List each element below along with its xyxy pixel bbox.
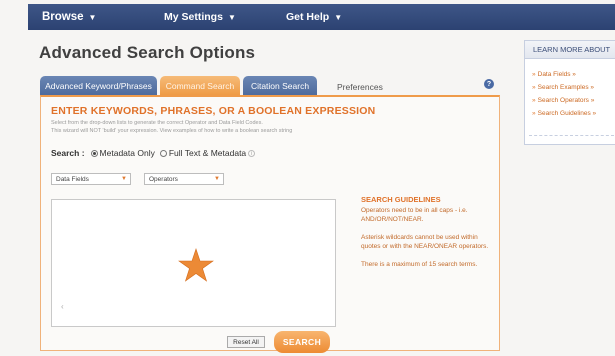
bullet-icon: » bbox=[532, 97, 536, 104]
learn-more-label: Search Guidelines » bbox=[537, 110, 597, 117]
learn-more-link-data-fields[interactable]: » Data Fields » bbox=[532, 68, 615, 81]
nav-help-label: Get Help bbox=[286, 11, 330, 23]
learn-more-title: LEARN MORE ABOUT bbox=[525, 41, 615, 59]
chevron-down-icon: ▼ bbox=[334, 12, 343, 22]
dropdown-arrow-icon: ▼ bbox=[214, 176, 220, 182]
panel-description-line: Select from the drop-down lists to gener… bbox=[51, 120, 263, 126]
learn-more-box: LEARN MORE ABOUT » Data Fields » » Search … bbox=[524, 40, 615, 145]
radio-full-text[interactable]: Full Text & Metadata i bbox=[159, 148, 256, 158]
guideline-text: Asterisk wildcards cannot be used within… bbox=[361, 234, 489, 250]
info-icon[interactable]: i bbox=[248, 149, 256, 157]
learn-more-label: Data Fields » bbox=[537, 71, 576, 78]
nav-help-menu[interactable]: Get Help ▼ bbox=[286, 11, 342, 23]
learn-more-label: Search Operators » bbox=[537, 97, 595, 104]
tab-citation-search[interactable]: Citation Search bbox=[243, 76, 317, 96]
learn-more-link-search-guidelines[interactable]: » Search Guidelines » bbox=[532, 107, 615, 120]
search-button[interactable]: SEARCH bbox=[274, 331, 330, 353]
nav-browse-menu[interactable]: Browse ▼ bbox=[42, 11, 96, 23]
operators-value: Operators bbox=[149, 175, 178, 183]
tab-preferences[interactable]: Preferences bbox=[337, 82, 383, 92]
radio-metadata-label: Metadata Only bbox=[99, 148, 155, 158]
command-search-panel: ENTER KEYWORDS, PHRASES, OR A BOOLEAN EX… bbox=[40, 95, 500, 353]
nav-settings-menu[interactable]: My Settings ▼ bbox=[164, 11, 236, 23]
guidelines-title: SEARCH GUIDELINES bbox=[361, 195, 441, 204]
divider bbox=[529, 135, 614, 136]
bullet-icon: » bbox=[532, 84, 536, 91]
star-icon bbox=[178, 248, 214, 282]
bullet-icon: » bbox=[532, 110, 536, 117]
top-navigation-bar: Browse ▼ My Settings ▼ Get Help ▼ bbox=[28, 4, 615, 30]
data-fields-dropdown[interactable]: Data Fields ▼ bbox=[51, 173, 131, 185]
learn-more-list: » Data Fields » » Search Examples » » Searc… bbox=[525, 59, 615, 120]
radio-selected-icon bbox=[90, 149, 98, 157]
panel-description: Select from the drop-down lists to gener… bbox=[51, 119, 292, 135]
search-guidelines: SEARCH GUIDELINES Operators need to be i… bbox=[361, 195, 489, 278]
radio-fulltext-label: Full Text & Metadata bbox=[168, 148, 247, 158]
panel-description-line: This wizard will NOT 'build' your expres… bbox=[51, 128, 293, 134]
help-icon[interactable]: ? bbox=[484, 79, 494, 89]
radio-unselected-icon bbox=[159, 149, 167, 157]
learn-more-link-search-examples[interactable]: » Search Examples » bbox=[532, 81, 615, 94]
dropdown-arrow-icon: ▼ bbox=[121, 176, 127, 182]
resize-handle-icon[interactable]: ‹ bbox=[61, 302, 64, 311]
learn-more-label: Search Examples » bbox=[537, 84, 594, 91]
search-expression-textarea[interactable]: ‹ bbox=[51, 199, 336, 327]
panel-heading: ENTER KEYWORDS, PHRASES, OR A BOOLEAN EX… bbox=[51, 105, 376, 117]
guideline-text: Operators need to be in all caps - i.e. … bbox=[361, 207, 468, 223]
page-title: Advanced Search Options bbox=[39, 43, 256, 62]
bullet-icon: » bbox=[532, 71, 536, 78]
tab-command-search[interactable]: Command Search bbox=[160, 76, 240, 96]
search-scope-label: Search : bbox=[51, 148, 85, 158]
nav-settings-label: My Settings bbox=[164, 11, 223, 23]
reset-all-button[interactable]: Reset All bbox=[227, 336, 265, 348]
radio-metadata-only[interactable]: Metadata Only bbox=[90, 148, 155, 158]
nav-browse-label: Browse bbox=[42, 11, 84, 23]
learn-more-link-search-operators[interactable]: » Search Operators » bbox=[532, 94, 615, 107]
search-scope-row: Search : Metadata Only Full Text & Metad… bbox=[51, 148, 260, 158]
chevron-down-icon: ▼ bbox=[88, 12, 97, 22]
guideline-text: There is a maximum of 15 search terms. bbox=[361, 261, 478, 268]
operators-dropdown[interactable]: Operators ▼ bbox=[144, 173, 224, 185]
chevron-down-icon: ▼ bbox=[227, 12, 236, 22]
data-fields-value: Data Fields bbox=[56, 175, 89, 183]
tab-advanced-keyword[interactable]: Advanced Keyword/Phrases bbox=[40, 76, 157, 96]
